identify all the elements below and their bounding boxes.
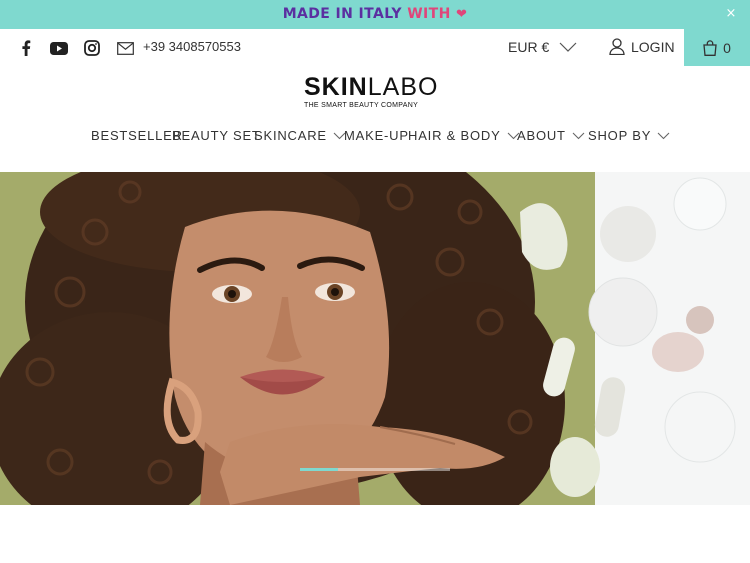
- logo-skin: SKIN: [304, 73, 368, 101]
- nav-item-about[interactable]: ABOUT: [517, 128, 585, 143]
- login-label: LOGIN: [631, 38, 675, 55]
- hero-image: [0, 172, 736, 505]
- nav-item-bestseller[interactable]: BESTSELLER: [91, 128, 183, 143]
- header-top-row: +39 3408570553 EUR € LOGIN 0: [0, 29, 750, 67]
- nav-label: SKINCARE: [254, 128, 327, 143]
- hero-banner[interactable]: [0, 172, 750, 505]
- nav-label: MAKE-UP: [344, 128, 409, 143]
- shopping-bag-icon: [703, 39, 717, 56]
- nav-label: HAIR & BODY: [408, 128, 501, 143]
- main-nav: BESTSELLER BEAUTY SET SKINCARE MAKE-UP H…: [0, 128, 750, 148]
- facebook-icon[interactable]: [17, 40, 35, 56]
- site-logo[interactable]: SKINLABO THE SMART BEAUTY COMPANY: [304, 74, 446, 112]
- nav-label: BEAUTY SET: [172, 128, 261, 143]
- instagram-icon[interactable]: [83, 40, 101, 56]
- cart-button[interactable]: 0: [684, 29, 750, 66]
- hero-slide-progress-active: [300, 468, 338, 471]
- logo-labo: LABO: [367, 73, 439, 101]
- hero-prev-arrow[interactable]: [0, 292, 14, 332]
- user-icon: [609, 38, 625, 55]
- nav-label: ABOUT: [517, 128, 566, 143]
- currency-selector[interactable]: EUR €: [508, 39, 577, 55]
- phone-number[interactable]: +39 3408570553: [143, 39, 241, 54]
- youtube-icon[interactable]: [49, 40, 69, 56]
- nav-item-skincare[interactable]: SKINCARE: [254, 128, 346, 143]
- chevron-down-icon: [559, 42, 577, 52]
- cart-count: 0: [723, 39, 731, 56]
- nav-item-beauty-set[interactable]: BEAUTY SET: [172, 128, 261, 143]
- nav-item-shop-by[interactable]: SHOP BY: [588, 128, 670, 143]
- announcement-made-in-italy: MADE IN ITALY: [282, 6, 402, 22]
- announcement-with: WITH: [407, 6, 451, 22]
- chevron-down-icon: [657, 132, 670, 139]
- currency-label: EUR €: [508, 39, 550, 55]
- announcement-bar: MADE IN ITALY WITH ❤ ×: [0, 0, 750, 29]
- logo-tagline: THE SMART BEAUTY COMPANY: [304, 102, 419, 109]
- nav-label: BESTSELLER: [91, 128, 183, 143]
- hero-slide-progress[interactable]: [300, 468, 450, 471]
- logo-wordmark: SKINLABO: [304, 74, 446, 100]
- nav-item-make-up[interactable]: MAKE-UP: [344, 128, 409, 143]
- announcement-text: MADE IN ITALY WITH ❤: [0, 6, 750, 22]
- heart-icon: ❤: [456, 7, 468, 22]
- nav-item-hair-body[interactable]: HAIR & BODY: [408, 128, 520, 143]
- nav-label: SHOP BY: [588, 128, 652, 143]
- login-link[interactable]: LOGIN: [609, 38, 675, 55]
- mail-icon[interactable]: [116, 40, 134, 56]
- close-icon[interactable]: ×: [724, 7, 738, 21]
- chevron-down-icon: [572, 132, 585, 139]
